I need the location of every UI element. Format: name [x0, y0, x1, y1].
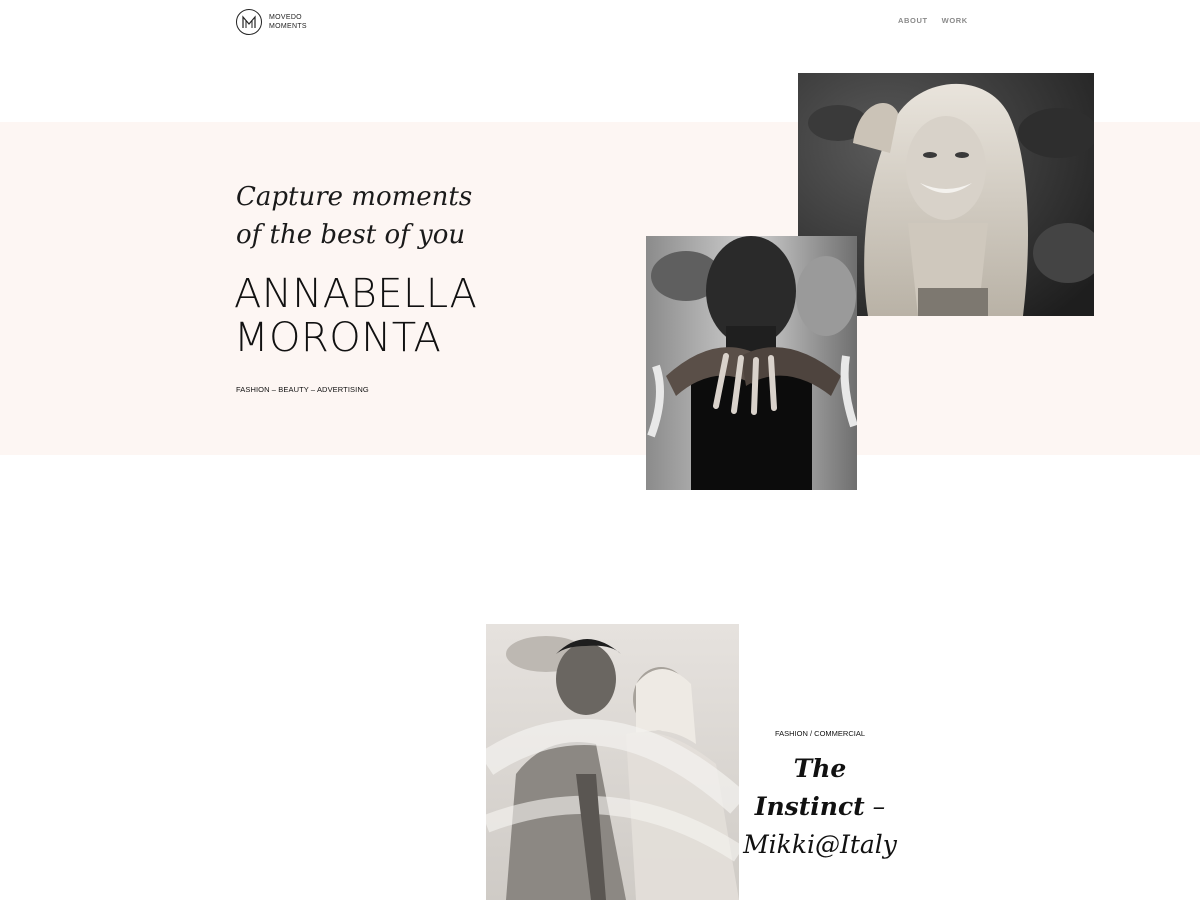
project-title-line-1: The Instinct – [735, 750, 905, 826]
logo-line-1: MOVEDO [269, 14, 302, 21]
site-logo[interactable]: MOVEDO MOMENTS [236, 7, 326, 37]
hero-tagline-line-2: of the best of you [236, 220, 466, 250]
portrait-photo-embrace [646, 236, 857, 490]
hero-tagline: Capture moments of the best of you [236, 178, 566, 254]
project-cover-photo[interactable] [486, 624, 739, 900]
m-monogram-circle-icon [236, 9, 262, 35]
project-title-bold: The Instinct [754, 754, 865, 821]
hero-name-first: ANNABELLA [234, 271, 478, 317]
project-title-dash: – [864, 792, 886, 821]
main-nav: ABOUT WORK [898, 16, 968, 25]
project-category: FASHION / COMMERCIAL [774, 729, 865, 738]
hero-categories: FASHION – BEAUTY – ADVERTISING [236, 385, 369, 394]
hero-tagline-line-1: Capture moments [236, 182, 473, 212]
hero-name-last: MORONTA [234, 315, 442, 361]
project-title-line-2: Mikki@Italy [743, 830, 897, 859]
logo-wordmark: MOVEDO MOMENTS [269, 13, 307, 31]
project-title[interactable]: The Instinct – Mikki@Italy [735, 750, 905, 864]
logo-line-2: MOMENTS [269, 23, 307, 30]
hero-name: ANNABELLA MORONTA [234, 272, 614, 360]
nav-work-link[interactable]: WORK [942, 16, 968, 25]
nav-about-link[interactable]: ABOUT [898, 16, 928, 25]
